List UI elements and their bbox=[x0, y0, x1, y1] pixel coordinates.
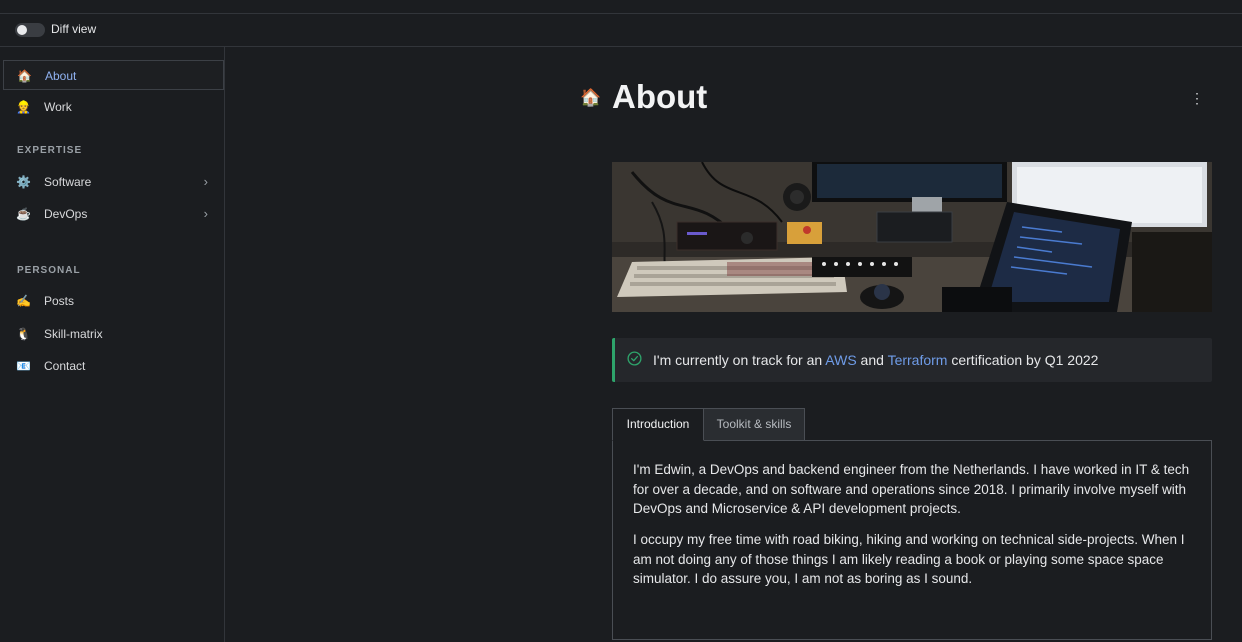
callout-text: I'm currently on track for an AWS and Te… bbox=[653, 352, 1098, 368]
tab-toolkit-skills[interactable]: Toolkit & skills bbox=[703, 408, 805, 441]
penguin-icon: 🐧 bbox=[16, 327, 31, 341]
intro-paragraph-1: I'm Edwin, a DevOps and backend engineer… bbox=[633, 462, 1190, 516]
diff-view-toggle[interactable] bbox=[15, 23, 45, 37]
top-strip bbox=[0, 0, 1242, 14]
tab-panel-introduction: I'm Edwin, a DevOps and backend engineer… bbox=[612, 440, 1212, 640]
sidebar-item-software[interactable]: ⚙️ Software › bbox=[3, 167, 224, 197]
callout-text-part: and bbox=[856, 352, 888, 368]
hero-image bbox=[612, 162, 1212, 312]
toggle-knob bbox=[17, 25, 27, 35]
more-options-icon[interactable]: ⋮ bbox=[1190, 88, 1204, 108]
coffee-icon: ☕ bbox=[16, 207, 31, 221]
sidebar-item-label: Work bbox=[44, 100, 72, 114]
house-icon: 🏠 bbox=[580, 88, 602, 107]
sidebar-item-label: About bbox=[45, 69, 77, 83]
sidebar-item-about[interactable]: 🏠 About bbox=[3, 60, 224, 90]
sidebar-item-skill-matrix[interactable]: 🐧 Skill-matrix bbox=[3, 319, 224, 349]
sidebar-item-label: Skill-matrix bbox=[44, 327, 103, 341]
section-title-personal: PERSONAL bbox=[17, 265, 81, 276]
chevron-right-icon[interactable]: › bbox=[204, 206, 208, 221]
diff-view-label: Diff view bbox=[51, 22, 97, 36]
sidebar-item-contact[interactable]: 📧 Contact bbox=[3, 351, 224, 381]
tab-introduction[interactable]: Introduction bbox=[612, 408, 704, 441]
gear-icon: ⚙️ bbox=[16, 175, 31, 189]
intro-paragraph-2: I occupy my free time with road biking, … bbox=[633, 532, 1185, 586]
sidebar-item-work[interactable]: 👷 Work bbox=[3, 92, 224, 122]
aws-link[interactable]: AWS bbox=[825, 352, 856, 368]
sidebar-item-label: Software bbox=[44, 175, 92, 189]
check-circle-icon bbox=[627, 351, 642, 366]
chevron-right-icon[interactable]: › bbox=[204, 174, 208, 189]
diff-toolbar: Diff view bbox=[0, 14, 1242, 47]
info-callout: I'm currently on track for an AWS and Te… bbox=[612, 338, 1212, 382]
desk-setup-photo bbox=[612, 162, 1212, 312]
page-title: About bbox=[612, 78, 708, 115]
construction-worker-icon: 👷 bbox=[16, 100, 31, 114]
sidebar-item-label: DevOps bbox=[44, 207, 88, 221]
email-icon: 📧 bbox=[16, 359, 31, 373]
house-icon: 🏠 bbox=[17, 69, 32, 83]
writing-hand-icon: ✍️ bbox=[16, 294, 31, 308]
terraform-link[interactable]: Terraform bbox=[888, 352, 948, 368]
sidebar: 🏠 About 👷 Work EXPERTISE ⚙️ Software › ☕… bbox=[0, 47, 225, 642]
callout-text-part: certification by Q1 2022 bbox=[947, 352, 1099, 368]
sidebar-item-posts[interactable]: ✍️ Posts bbox=[3, 286, 224, 316]
sidebar-item-devops[interactable]: ☕ DevOps › bbox=[3, 199, 224, 229]
sidebar-item-label: Contact bbox=[44, 359, 86, 373]
callout-text-part: I'm currently on track for an bbox=[653, 352, 826, 368]
sidebar-item-label: Posts bbox=[44, 294, 75, 308]
section-title-expertise: EXPERTISE bbox=[17, 145, 83, 156]
